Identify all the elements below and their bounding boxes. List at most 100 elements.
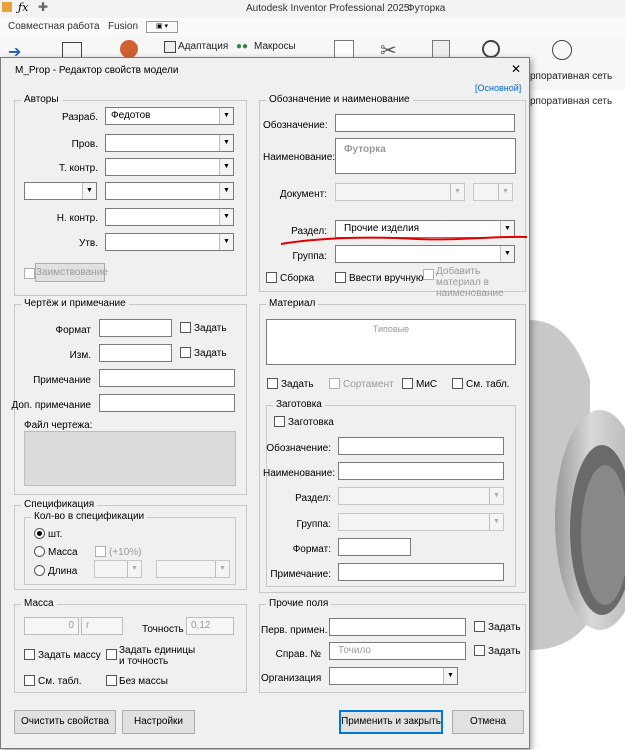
- designation-label: Обозначение:: [263, 120, 328, 131]
- apply-close-button[interactable]: Применить и закрыть: [339, 710, 443, 734]
- blank-designation-input[interactable]: [338, 437, 504, 455]
- paint-icon[interactable]: [120, 40, 138, 58]
- search-icon[interactable]: [482, 40, 500, 58]
- first-use-set-checkbox[interactable]: [474, 621, 485, 632]
- material-area[interactable]: Типовые: [266, 319, 516, 365]
- no-mass-checkbox[interactable]: [106, 675, 117, 686]
- chevron-down-icon[interactable]: ▼: [498, 184, 512, 200]
- chevron-down-icon[interactable]: ▼: [500, 246, 514, 262]
- blank-format-input[interactable]: [338, 538, 411, 556]
- tech-control-combo[interactable]: ▼: [105, 158, 234, 176]
- document-name: Футорка: [407, 3, 446, 14]
- chevron-down-icon[interactable]: ▼: [127, 561, 141, 577]
- drawing-title: Чертёж и примечание: [21, 298, 129, 309]
- close-icon[interactable]: ✕: [511, 62, 521, 76]
- first-use-input[interactable]: [329, 618, 466, 636]
- change-set-checkbox[interactable]: [180, 347, 191, 358]
- fx-icon[interactable]: ƒx: [18, 1, 28, 14]
- change-input[interactable]: [99, 344, 172, 362]
- material-set-checkbox[interactable]: [267, 378, 278, 389]
- group-combo[interactable]: ▼: [335, 245, 515, 263]
- chevron-down-icon[interactable]: ▼: [489, 514, 503, 530]
- borrow-checkbox[interactable]: [24, 268, 35, 279]
- document-sub-combo[interactable]: ▼: [473, 183, 513, 201]
- sm-table-checkbox[interactable]: [24, 675, 35, 686]
- globe-icon[interactable]: [552, 40, 572, 60]
- mass-value-input[interactable]: 0: [24, 617, 79, 635]
- custom-person-combo[interactable]: ▼: [105, 182, 234, 200]
- checker-label: Пров.: [71, 139, 98, 150]
- custom-role-combo[interactable]: ▼: [24, 182, 97, 200]
- macros-button[interactable]: Макросы: [254, 41, 296, 52]
- drawing-file-area[interactable]: [24, 431, 236, 486]
- settings-button[interactable]: Настройки: [122, 710, 195, 734]
- developer-combo[interactable]: Федотов ▼: [105, 107, 234, 125]
- tab-fusion[interactable]: Fusion: [108, 21, 138, 32]
- chevron-down-icon[interactable]: ▼: [219, 108, 233, 124]
- material-sm-table-checkbox[interactable]: [452, 378, 463, 389]
- chevron-down-icon[interactable]: ▼: [219, 159, 233, 175]
- plus10-checkbox[interactable]: [95, 546, 106, 557]
- box-tool-icon[interactable]: [62, 42, 82, 58]
- macros-icon[interactable]: ●●: [236, 41, 248, 52]
- qty-pcs-radio[interactable]: [34, 528, 45, 539]
- chevron-down-icon[interactable]: ▼: [489, 488, 503, 504]
- manual-checkbox[interactable]: [335, 272, 346, 283]
- format-input[interactable]: [99, 319, 172, 337]
- mis-checkbox[interactable]: [402, 378, 413, 389]
- document-combo[interactable]: ▼: [335, 183, 465, 201]
- approver-combo[interactable]: ▼: [105, 233, 234, 251]
- blank-group-combo[interactable]: ▼: [338, 513, 504, 531]
- tab-options-icon[interactable]: ▣ ▾: [146, 21, 178, 33]
- chevron-down-icon[interactable]: ▼: [219, 234, 233, 250]
- plus-icon[interactable]: ✚: [38, 0, 48, 14]
- blank-name-input[interactable]: [338, 462, 504, 480]
- mass-unit-input[interactable]: г: [81, 617, 123, 635]
- cancel-button[interactable]: Отмена: [452, 710, 524, 734]
- chevron-down-icon[interactable]: ▼: [215, 561, 229, 577]
- qty-mass-radio[interactable]: [34, 546, 45, 557]
- borrow-button[interactable]: Заимствование: [35, 263, 108, 282]
- blank-section-combo[interactable]: ▼: [338, 487, 504, 505]
- tab-collaborate[interactable]: Совместная работа: [8, 21, 100, 32]
- extra-note-input[interactable]: [99, 394, 235, 412]
- assortment-checkbox[interactable]: [329, 378, 340, 389]
- designation-input[interactable]: [335, 114, 515, 132]
- adaptation-icon[interactable]: [164, 41, 176, 53]
- qty-title: Кол-во в спецификации: [31, 511, 148, 522]
- basic-mode-link[interactable]: [Основной]: [475, 83, 521, 93]
- length-combo-1[interactable]: ▼: [94, 560, 142, 578]
- chevron-down-icon[interactable]: ▼: [443, 668, 457, 684]
- clear-properties-button[interactable]: Очистить свойства: [14, 710, 116, 734]
- name-input[interactable]: Футорка: [335, 138, 516, 174]
- corp-network-label-2[interactable]: рпоративная сеть: [530, 96, 612, 107]
- assembly-checkbox[interactable]: [266, 272, 277, 283]
- chevron-down-icon[interactable]: ▼: [82, 183, 96, 199]
- blank-note-input[interactable]: [338, 563, 504, 581]
- chevron-down-icon[interactable]: ▼: [219, 135, 233, 151]
- accuracy-input[interactable]: 0,12: [186, 617, 234, 635]
- norm-control-combo[interactable]: ▼: [105, 208, 234, 226]
- qty-length-radio[interactable]: [34, 565, 45, 576]
- set-mass-checkbox[interactable]: [24, 649, 35, 660]
- format-set-checkbox[interactable]: [180, 322, 191, 333]
- checker-combo[interactable]: ▼: [105, 134, 234, 152]
- model-viewport[interactable]: [530, 90, 625, 750]
- chevron-down-icon[interactable]: ▼: [219, 183, 233, 199]
- blank-checkbox[interactable]: [274, 416, 285, 427]
- adaptation-button[interactable]: Адаптация: [178, 41, 228, 52]
- set-units-checkbox[interactable]: [106, 649, 117, 660]
- qty-mass-label: Масса: [48, 547, 78, 558]
- corp-network-label-1[interactable]: рпоративная сеть: [530, 71, 612, 82]
- note-input[interactable]: [99, 369, 235, 387]
- chevron-down-icon[interactable]: ▼: [219, 209, 233, 225]
- length-combo-2[interactable]: ▼: [156, 560, 230, 578]
- add-material-checkbox[interactable]: [423, 269, 434, 280]
- ref-set-checkbox[interactable]: [474, 645, 485, 656]
- plus10-label: (+10%): [109, 547, 142, 558]
- approver-label: Утв.: [78, 238, 98, 249]
- ref-number-input[interactable]: Точило: [329, 642, 466, 660]
- format-set-label: Задать: [194, 323, 227, 334]
- chevron-down-icon[interactable]: ▼: [450, 184, 464, 200]
- organization-combo[interactable]: ▼: [329, 667, 458, 685]
